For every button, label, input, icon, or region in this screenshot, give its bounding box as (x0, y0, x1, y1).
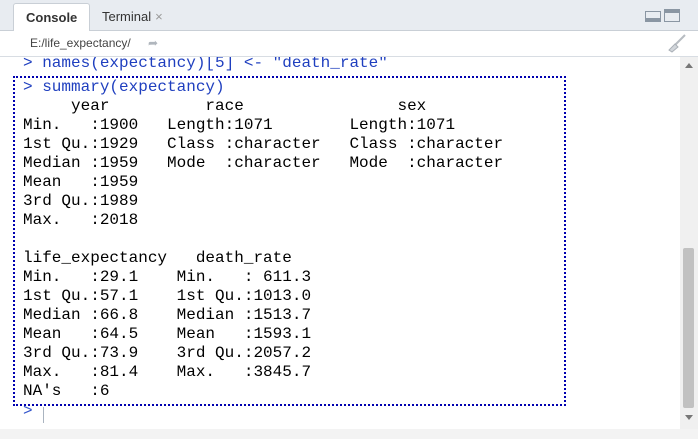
working-directory-path: E:/life_expectancy/ (30, 36, 131, 50)
close-icon[interactable]: × (155, 9, 163, 24)
broom-icon[interactable] (666, 33, 688, 53)
highlight-box (13, 76, 566, 406)
scroll-up-icon[interactable] (685, 63, 693, 68)
tab-console[interactable]: Console (13, 3, 90, 31)
previous-command: > names(expectancy)[5] <- "death_rate" (23, 57, 388, 72)
vertical-scrollbar[interactable] (680, 57, 698, 429)
console-prompt: > (23, 402, 33, 420)
scrollbar-thumb[interactable] (683, 248, 694, 408)
working-directory-bar: E:/life_expectancy/ ➦ (0, 31, 698, 57)
tab-console-label: Console (26, 10, 78, 25)
console-output[interactable]: > names(expectancy)[5] <- "death_rate" >… (0, 57, 680, 429)
tab-bar: Console Terminal × (0, 0, 698, 31)
minimize-icon[interactable] (645, 11, 661, 22)
maximize-icon[interactable] (664, 9, 680, 22)
tab-terminal[interactable]: Terminal × (100, 3, 190, 31)
tab-terminal-label: Terminal (102, 9, 152, 24)
arrow-share-icon[interactable]: ➦ (148, 36, 158, 50)
scroll-down-icon[interactable] (685, 415, 693, 420)
bottom-edge (0, 429, 698, 439)
text-cursor (43, 407, 44, 423)
